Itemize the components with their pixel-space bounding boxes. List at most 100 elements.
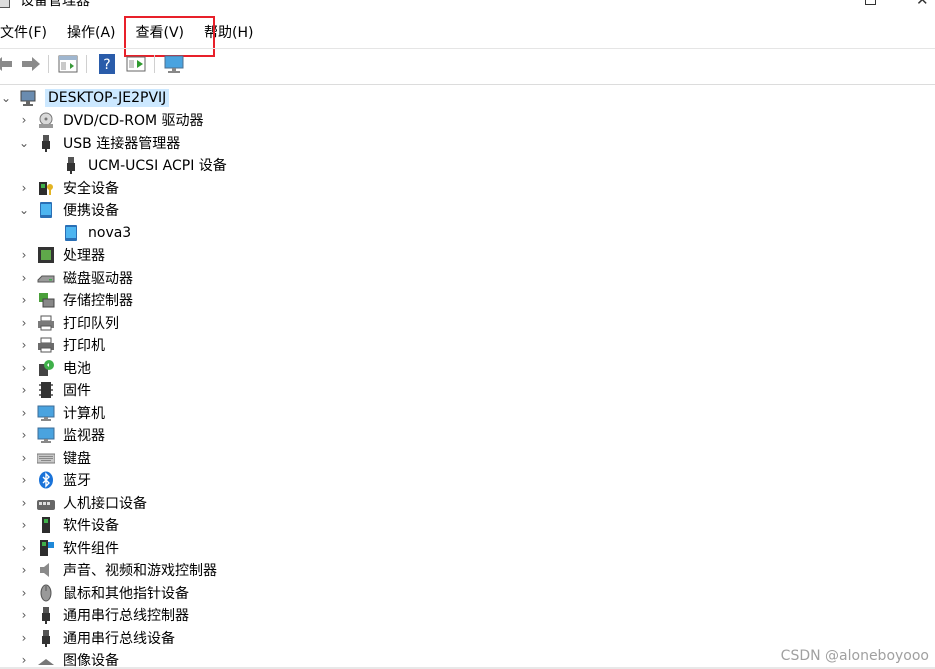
storage-controller-icon <box>36 290 56 310</box>
expand-arrow-icon[interactable]: › <box>18 428 30 442</box>
tree-item-label: UCM-UCSI ACPI 设备 <box>88 158 227 174</box>
tree-item[interactable]: › 打印机 <box>18 334 105 356</box>
window-title: 设备管理器 <box>20 0 90 9</box>
expand-arrow-icon[interactable]: › <box>18 608 30 622</box>
tree-child-item[interactable]: nova3 <box>61 222 131 244</box>
expand-arrow-icon[interactable]: › <box>18 631 30 645</box>
expand-arrow-icon[interactable]: › <box>18 541 30 555</box>
bluetooth-icon <box>36 470 56 490</box>
tree-item-label: DVD/CD-ROM 驱动器 <box>63 113 204 129</box>
tree-item[interactable]: ⌄ USB 连接器管理器 <box>18 132 180 154</box>
tree-item[interactable]: › 磁盘驱动器 <box>18 267 133 289</box>
tree-item-label: 监视器 <box>63 428 105 444</box>
back-icon[interactable] <box>0 53 14 75</box>
tree-item[interactable]: ⌄ 便携设备 <box>18 199 119 221</box>
tree-item[interactable]: › 存储控制器 <box>18 289 133 311</box>
tree-item[interactable]: › 打印队列 <box>18 312 119 334</box>
run-icon[interactable] <box>125 53 147 75</box>
security-icon <box>36 178 56 198</box>
tree-item[interactable]: › DVD/CD-ROM 驱动器 <box>18 109 204 131</box>
print-queue-icon <box>36 313 56 333</box>
expand-arrow-icon[interactable]: › <box>18 181 30 195</box>
usb-icon <box>61 155 81 175</box>
menu-file[interactable]: 文件(F) <box>0 20 57 47</box>
collapse-arrow-icon[interactable]: ⌄ <box>18 203 30 217</box>
tree-item[interactable]: › 监视器 <box>18 424 105 446</box>
tree-item-label: 打印队列 <box>63 316 119 332</box>
tree-root-label: DESKTOP-JE2PVIJ <box>45 89 170 107</box>
expand-arrow-icon[interactable]: › <box>18 293 30 307</box>
tree-item-label: 键盘 <box>63 451 91 467</box>
watermark: CSDN @aloneboyooo <box>780 648 929 664</box>
tree-item[interactable]: › 软件组件 <box>18 537 119 559</box>
forward-icon[interactable] <box>20 53 42 75</box>
keyboard-icon <box>36 448 56 468</box>
expand-arrow-icon[interactable]: › <box>18 316 30 330</box>
tree-item-label: USB 连接器管理器 <box>63 136 181 152</box>
tree-child-item[interactable]: UCM-UCSI ACPI 设备 <box>61 154 227 176</box>
tree-item[interactable]: › 软件设备 <box>18 514 119 536</box>
maximize-button[interactable] <box>865 0 876 5</box>
expand-arrow-icon[interactable]: › <box>18 496 30 510</box>
software-device-icon <box>36 515 56 535</box>
tree-item[interactable]: › 鼠标和其他指针设备 <box>18 582 189 604</box>
collapse-arrow-icon[interactable]: ⌄ <box>18 136 30 150</box>
usb-icon <box>36 628 56 648</box>
help-icon[interactable]: ? <box>96 53 118 75</box>
expand-arrow-icon[interactable]: › <box>18 361 30 375</box>
tree-item-label: 通用串行总线设备 <box>63 631 175 647</box>
title-bar: 设备管理器 ✕ <box>0 0 935 18</box>
mouse-icon <box>36 583 56 603</box>
toolbar-separator <box>86 55 87 73</box>
expand-arrow-icon[interactable]: › <box>18 113 30 127</box>
tree-item[interactable]: › 人机接口设备 <box>18 492 147 514</box>
monitor-icon[interactable] <box>163 53 185 75</box>
monitor-icon <box>36 425 56 445</box>
tree-item[interactable]: › 安全设备 <box>18 177 119 199</box>
tree-item-label: 磁盘驱动器 <box>63 271 133 287</box>
expand-arrow-icon[interactable]: › <box>18 338 30 352</box>
expand-arrow-icon[interactable]: › <box>18 271 30 285</box>
tree-item-label: 声音、视频和游戏控制器 <box>63 563 217 579</box>
tree-item[interactable]: › 键盘 <box>18 447 91 469</box>
content-border <box>0 84 935 85</box>
tree-item-label: 软件组件 <box>63 541 119 557</box>
expand-arrow-icon[interactable]: › <box>18 586 30 600</box>
tree-item[interactable]: › 计算机 <box>18 402 105 424</box>
expand-arrow-icon[interactable]: › <box>18 518 30 532</box>
computer-icon <box>18 88 38 108</box>
tree-item[interactable]: › 蓝牙 <box>18 469 91 491</box>
tree-item[interactable]: › 通用串行总线设备 <box>18 627 175 649</box>
portable-device-icon <box>61 223 81 243</box>
tree-item-label: 通用串行总线控制器 <box>63 608 189 624</box>
menu-help[interactable]: 帮助(H) <box>194 20 263 47</box>
hid-icon <box>36 493 56 513</box>
close-button[interactable]: ✕ <box>916 0 929 9</box>
toolbar: ? <box>0 48 935 81</box>
expand-arrow-icon[interactable]: › <box>18 406 30 420</box>
tree-item[interactable]: › 电池 <box>18 357 91 379</box>
tree-item-label: nova3 <box>88 225 132 241</box>
expand-arrow-icon[interactable]: › <box>18 653 30 667</box>
tree-root[interactable]: ⌄ DESKTOP-JE2PVIJ <box>0 87 170 109</box>
toolbar-separator <box>154 55 155 73</box>
tree-item[interactable]: › 通用串行总线控制器 <box>18 604 189 626</box>
menu-view[interactable]: 查看(V) <box>126 20 195 47</box>
tree-item[interactable]: › 图像设备 <box>18 649 119 669</box>
expand-arrow-icon[interactable]: › <box>18 473 30 487</box>
tree-item[interactable]: › 固件 <box>18 379 91 401</box>
tree-item[interactable]: › 处理器 <box>18 244 105 266</box>
computer-icon <box>36 403 56 423</box>
tree-item-label: 软件设备 <box>63 518 119 534</box>
expand-arrow-icon[interactable]: › <box>18 451 30 465</box>
expand-arrow-icon[interactable]: › <box>18 248 30 262</box>
disk-icon <box>36 268 56 288</box>
expand-arrow-icon[interactable]: › <box>18 563 30 577</box>
collapse-arrow-icon[interactable]: ⌄ <box>0 91 12 105</box>
properties-icon[interactable] <box>57 53 79 75</box>
tree-item[interactable]: › 声音、视频和游戏控制器 <box>18 559 217 581</box>
tree-item-label: 蓝牙 <box>63 473 91 489</box>
svg-text:?: ? <box>103 57 110 73</box>
menu-action[interactable]: 操作(A) <box>57 20 126 47</box>
expand-arrow-icon[interactable]: › <box>18 383 30 397</box>
